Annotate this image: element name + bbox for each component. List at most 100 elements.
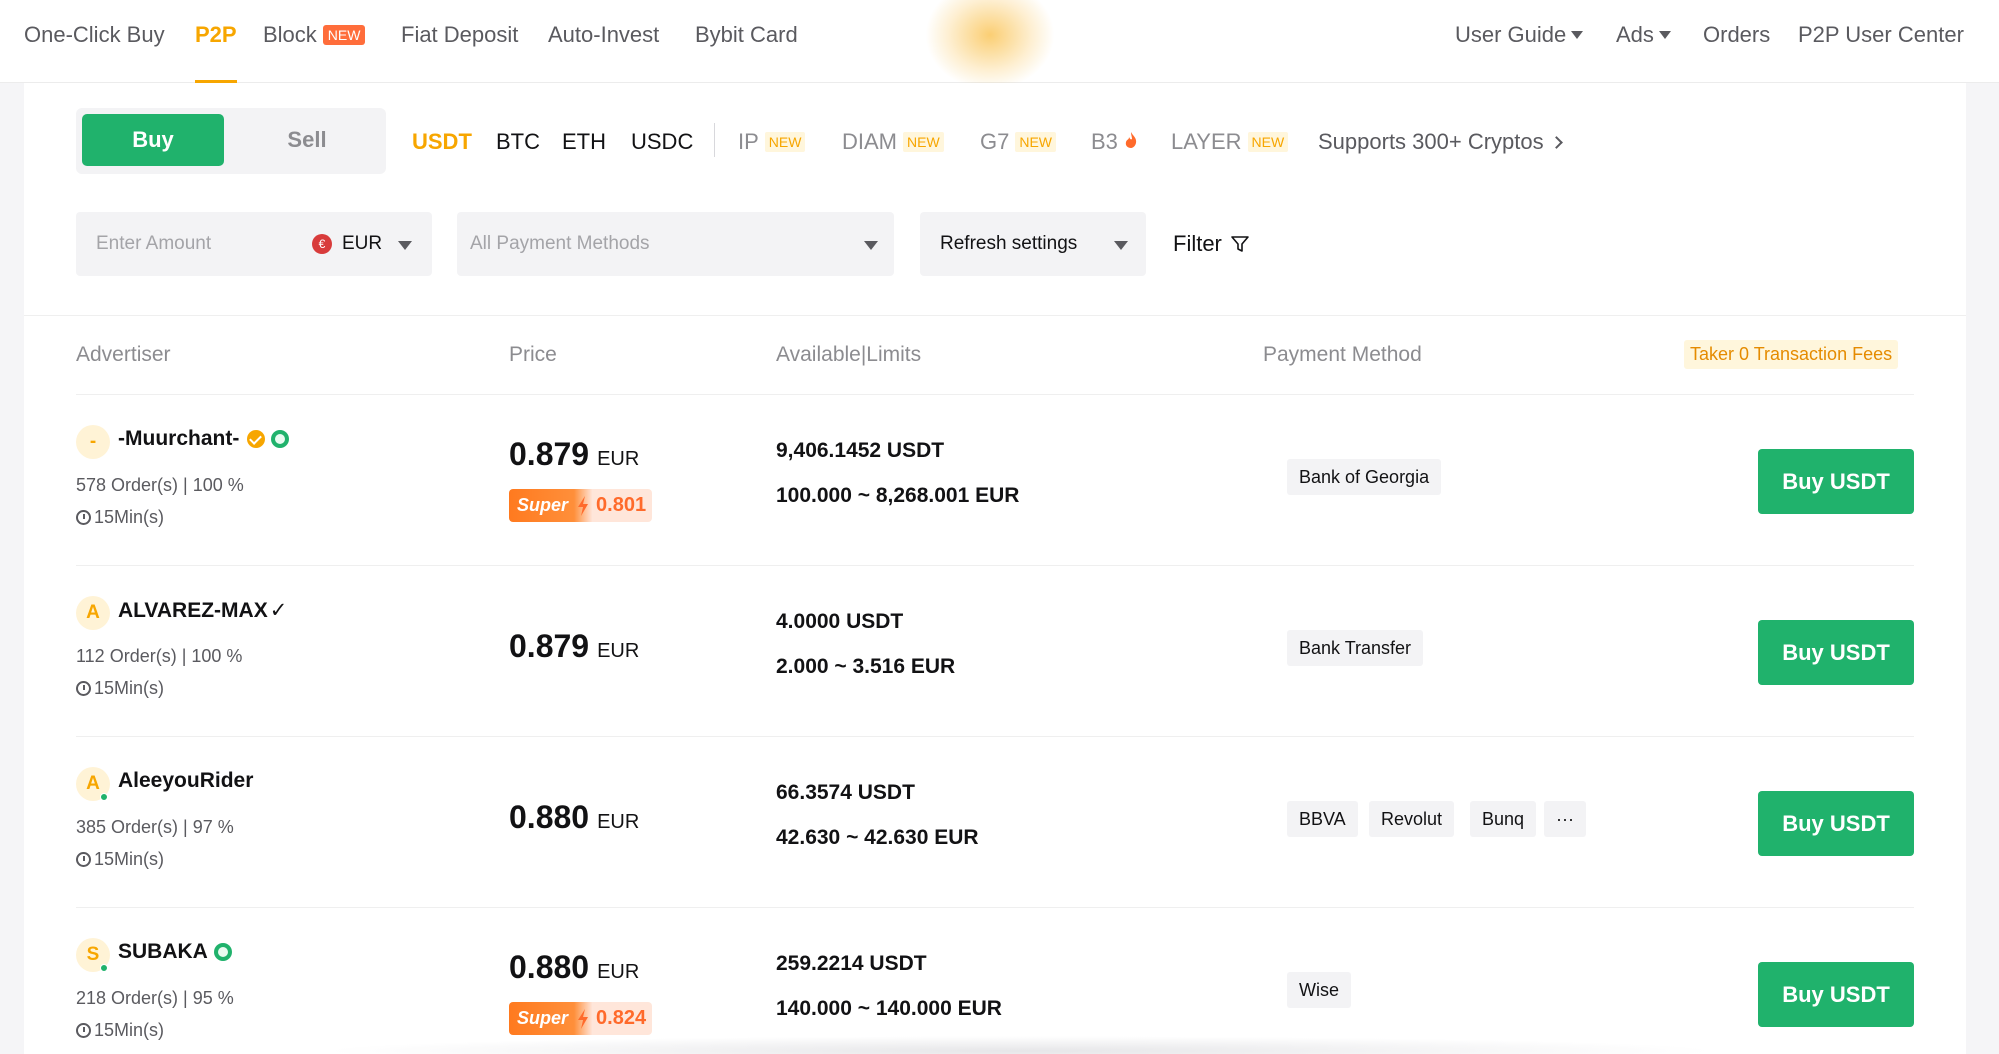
- caret-down-icon[interactable]: [398, 241, 412, 250]
- payment-method-select[interactable]: All Payment Methods: [457, 212, 894, 276]
- nav-orders[interactable]: Orders: [1703, 22, 1770, 48]
- advertiser-orders: 112 Order(s) | 100 %: [76, 646, 243, 666]
- coin-tab-usdc[interactable]: USDC: [631, 129, 693, 155]
- chevron-right-icon: [1549, 135, 1563, 149]
- new-tag: NEW: [764, 132, 806, 152]
- timer-icon: [76, 681, 91, 696]
- buy-tab[interactable]: Buy: [82, 114, 224, 166]
- advertiser-time: 15Min(s): [76, 1020, 164, 1041]
- table-row: S SUBAKA 218 Order(s) | 95 % 15Min(s) 0.…: [76, 907, 1914, 1054]
- header-payment-method: Payment Method: [1263, 343, 1422, 366]
- advertiser-name[interactable]: SUBAKA: [118, 940, 232, 964]
- buy-sell-toggle: Buy Sell: [76, 108, 386, 174]
- coin-tab-b3[interactable]: B3: [1091, 129, 1138, 155]
- super-price: 0.801: [592, 489, 653, 522]
- sell-tab[interactable]: Sell: [236, 114, 378, 166]
- super-price-badge: Super 0.801: [509, 489, 653, 522]
- coin-tab-btc[interactable]: BTC: [496, 129, 540, 155]
- new-badge: NEW: [322, 25, 366, 45]
- price: 0.879 EUR: [509, 436, 639, 473]
- lightning-icon: [574, 489, 593, 522]
- nav-one-click-buy[interactable]: One-Click Buy: [24, 22, 165, 48]
- amount-placeholder: Enter Amount: [96, 233, 212, 254]
- nav-label: Auto-Invest: [548, 22, 660, 47]
- filter-button[interactable]: Filter: [1173, 231, 1250, 257]
- nav-p2p-user-center[interactable]: P2P User Center: [1798, 22, 1964, 48]
- table-row: - -Muurchant- 578 Order(s) | 100 % 15Min…: [76, 394, 1914, 565]
- advertiser-time: 15Min(s): [76, 849, 164, 870]
- available-amount: 9,406.1452 USDT: [776, 439, 945, 462]
- nav-auto-invest[interactable]: Auto-Invest: [548, 22, 659, 48]
- caret-down-icon: [864, 241, 878, 250]
- nav-label: One-Click Buy: [24, 22, 165, 47]
- payment-method-tag: Bank of Georgia: [1287, 459, 1442, 495]
- coin-label: USDT: [412, 129, 472, 154]
- super-price-badge: Super 0.824: [509, 1002, 653, 1035]
- buy-usdt-button[interactable]: Buy USDT: [1758, 449, 1914, 514]
- nav-p2p[interactable]: P2P: [195, 22, 237, 48]
- super-label: Super: [509, 1002, 575, 1035]
- lightning-icon: [574, 1002, 593, 1035]
- nav-user-guide[interactable]: User Guide: [1455, 22, 1584, 48]
- new-tag: NEW: [903, 132, 944, 152]
- nav-bybit-card[interactable]: Bybit Card: [695, 22, 798, 48]
- payment-method-tag: Bank Transfer: [1287, 630, 1424, 666]
- price: 0.879 EUR: [509, 628, 639, 665]
- time-text: 15Min(s): [94, 849, 165, 869]
- available-amount: 66.3574 USDT: [776, 781, 915, 804]
- price-value: 0.879: [509, 628, 590, 664]
- coin-label: LAYER: [1171, 129, 1242, 154]
- buy-usdt-button[interactable]: Buy USDT: [1758, 962, 1914, 1027]
- buy-usdt-button[interactable]: Buy USDT: [1758, 791, 1914, 856]
- avatar[interactable]: A: [76, 596, 110, 630]
- price: 0.880 EUR: [509, 799, 639, 836]
- coin-tab-usdt[interactable]: USDT: [412, 129, 472, 155]
- advertiser-time: 15Min(s): [76, 678, 164, 699]
- coin-label: BTC: [496, 129, 540, 154]
- nav-ads[interactable]: Ads: [1616, 22, 1671, 48]
- coin-tab-g7[interactable]: G7 NEW: [980, 129, 1057, 155]
- coin-label: DIAM: [842, 129, 897, 154]
- payment-method-tag: Revolut: [1369, 801, 1455, 837]
- supports-more-cryptos-link[interactable]: Supports 300+ Cryptos: [1318, 129, 1563, 155]
- advertiser-name[interactable]: AleeyouRider: [118, 769, 253, 793]
- nav-label: Orders: [1703, 22, 1771, 47]
- online-dot-icon: [100, 964, 108, 972]
- nav-label: Fiat Deposit: [401, 22, 519, 47]
- nav-label: Ads: [1616, 22, 1654, 47]
- payment-method-tag: Wise: [1287, 972, 1351, 1008]
- advertiser-name[interactable]: ALVAREZ-MAX ✓: [118, 598, 287, 623]
- advertiser-name-text: ALVAREZ-MAX: [118, 598, 268, 622]
- more-payments-button[interactable]: ···: [1544, 801, 1586, 837]
- coin-tab-ip[interactable]: IP NEW: [738, 129, 806, 155]
- time-text: 15Min(s): [94, 1020, 165, 1040]
- euro-currency-icon: €: [312, 234, 332, 254]
- header-price: Price: [509, 343, 557, 366]
- advertiser-orders: 218 Order(s) | 95 %: [76, 988, 234, 1008]
- fire-icon: [1124, 129, 1138, 155]
- price-currency: EUR: [597, 961, 640, 983]
- caret-down-icon: [1571, 31, 1584, 39]
- avatar[interactable]: -: [76, 425, 110, 459]
- coin-tab-diam[interactable]: DIAM NEW: [842, 129, 944, 155]
- advertiser-name[interactable]: -Muurchant-: [118, 427, 290, 451]
- advertiser-name-text: SUBAKA: [118, 940, 208, 963]
- refresh-label: Refresh settings: [940, 233, 1078, 254]
- nav-fiat-deposit[interactable]: Fiat Deposit: [401, 22, 518, 48]
- nav-label: Block: [263, 22, 317, 47]
- price-currency: EUR: [597, 811, 640, 833]
- coin-label: G7: [980, 129, 1010, 154]
- timer-icon: [76, 1023, 91, 1038]
- section-divider: [24, 315, 1966, 316]
- taker-fee-badge: Taker 0 Transaction Fees: [1684, 340, 1899, 369]
- buy-usdt-button[interactable]: Buy USDT: [1758, 620, 1914, 685]
- price-value: 0.879: [509, 436, 590, 472]
- price-currency: EUR: [597, 448, 640, 470]
- coin-tab-eth[interactable]: ETH: [562, 129, 606, 155]
- refresh-settings-select[interactable]: Refresh settings: [920, 212, 1146, 276]
- new-tag: NEW: [1015, 132, 1057, 152]
- nav-block[interactable]: Block NEW: [263, 22, 366, 48]
- coin-tab-layer[interactable]: LAYER NEW: [1171, 129, 1289, 155]
- amount-input[interactable]: Enter Amount € EUR: [76, 212, 432, 276]
- price-value: 0.880: [509, 949, 590, 985]
